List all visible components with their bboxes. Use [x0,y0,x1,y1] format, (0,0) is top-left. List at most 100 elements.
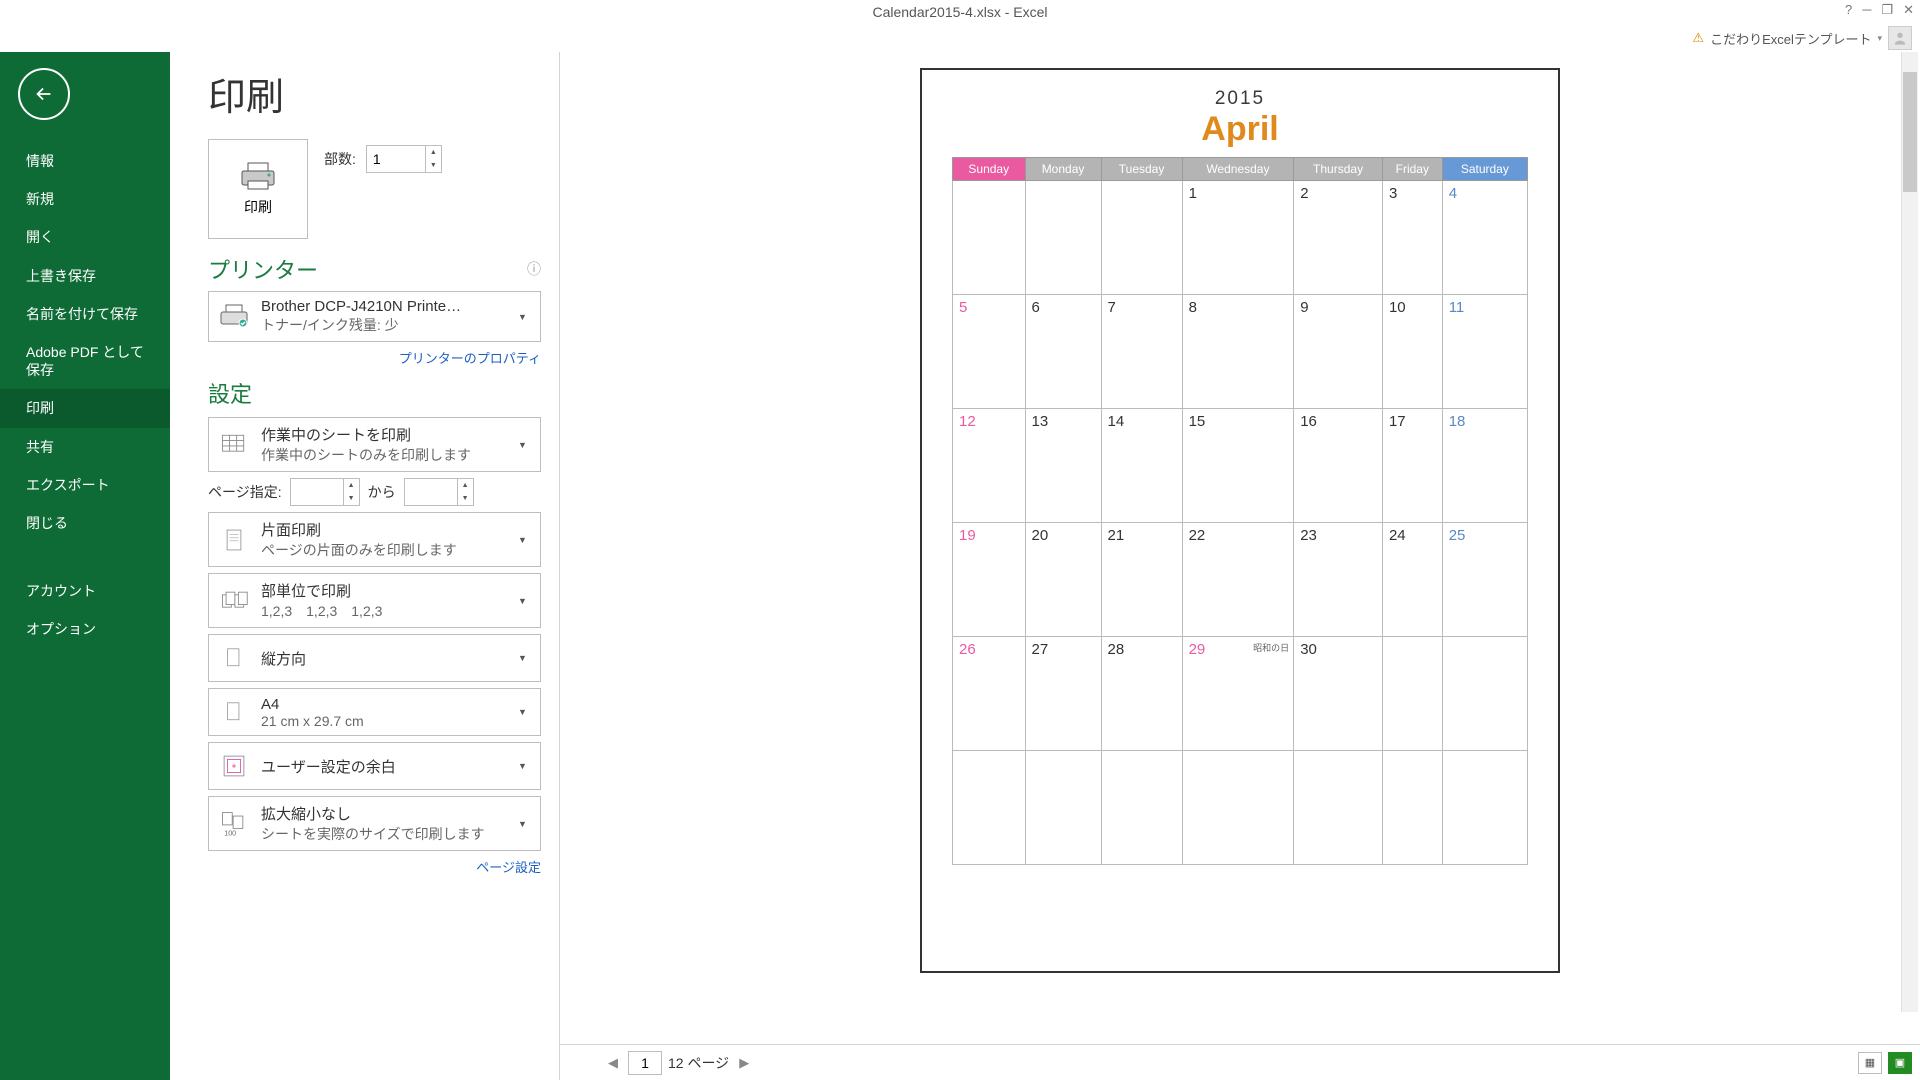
calendar-cell [1442,751,1527,865]
calendar-day-header: Tuesday [1101,158,1182,181]
scaling-select[interactable]: 100 拡大縮小なし シートを実際のサイズで印刷します ▼ [208,796,541,851]
sidebar-item[interactable]: 上書き保存 [0,257,170,295]
calendar-cell: 5 [953,295,1026,409]
sidebar-item[interactable]: Adobe PDF として保存 [0,333,170,389]
calendar-cell [1382,751,1442,865]
calendar-cell: 12 [953,409,1026,523]
chevron-down-icon: ▼ [518,596,532,606]
calendar-table: SundayMondayTuesdayWednesdayThursdayFrid… [952,157,1528,865]
avatar[interactable] [1888,26,1912,50]
close-icon[interactable]: ✕ [1903,2,1914,18]
scaling-icon: 100 [217,807,251,841]
calendar-cell: 16 [1294,409,1383,523]
user-dropdown-icon[interactable]: ▾ [1877,33,1882,44]
sidebar-item[interactable]: 名前を付けて保存 [0,295,170,333]
preview-scrollbar[interactable] [1901,52,1918,1012]
margins-select[interactable]: ユーザー設定の余白 ▼ [208,742,541,790]
calendar-cell [1101,751,1182,865]
calendar-cell [953,181,1026,295]
page-to-stepper[interactable]: ▲▼ [404,478,474,506]
svg-text:100: 100 [224,830,236,837]
calendar-cell: 23 [1294,523,1383,637]
calendar-cell: 21 [1101,523,1182,637]
calendar-cell: 28 [1101,637,1182,751]
page-to-input[interactable] [405,479,457,505]
calendar-cell: 11 [1442,295,1527,409]
sidebar-item[interactable]: 閉じる [0,504,170,542]
calendar-cell: 17 [1382,409,1442,523]
print-settings-pane: 印刷 印刷 部数: ▲▼ プリンター ⓘ [170,52,560,1080]
calendar-cell [1382,637,1442,751]
page-from-input[interactable] [291,479,343,505]
chevron-down-icon: ▼ [518,653,532,663]
calendar-month: April [932,110,1548,149]
page-from-stepper[interactable]: ▲▼ [290,478,360,506]
user-label[interactable]: こだわりExcelテンプレート [1710,29,1871,48]
calendar-day-header: Sunday [953,158,1026,181]
calendar-cell: 14 [1101,409,1182,523]
collate-icon [217,584,251,618]
sidebar-item[interactable]: アカウント [0,572,170,610]
next-page-icon[interactable]: ▶ [735,1055,753,1071]
calendar-day-header: Thursday [1294,158,1383,181]
chevron-down-icon: ▼ [518,440,532,450]
calendar-day-header: Monday [1025,158,1101,181]
warning-icon: ⚠ [1692,30,1704,46]
copies-input[interactable] [367,146,425,172]
calendar-cell: 26 [953,637,1026,751]
zoom-to-page-button[interactable]: ▣ [1888,1052,1912,1074]
portrait-icon [217,641,251,675]
page-total: 12 ページ [668,1053,729,1073]
minimize-icon[interactable]: ─ [1862,2,1871,18]
show-margins-button[interactable]: ▦ [1858,1052,1882,1074]
sidebar-item[interactable]: 新規 [0,180,170,218]
back-button[interactable] [18,68,70,120]
restore-icon[interactable]: ❐ [1881,2,1893,18]
sidebar-item[interactable]: エクスポート [0,466,170,504]
calendar-cell: 1 [1182,181,1294,295]
copies-down-icon[interactable]: ▼ [426,159,441,172]
page-title: 印刷 [208,66,541,121]
orientation-select[interactable]: 縦方向 ▼ [208,634,541,682]
collate-select[interactable]: 部単位で印刷 1,2,3 1,2,3 1,2,3 ▼ [208,573,541,628]
help-icon[interactable]: ? [1845,2,1852,18]
sidebar: 情報新規開く上書き保存名前を付けて保存Adobe PDF として保存印刷共有エク… [0,52,170,1080]
preview-sheet: 2015 April SundayMondayTuesdayWednesdayT… [920,68,1560,973]
window-title: Calendar2015-4.xlsx - Excel [872,4,1047,20]
calendar-cell: 6 [1025,295,1101,409]
chevron-down-icon: ▼ [518,535,532,545]
duplex-select[interactable]: 片面印刷 ページの片面のみを印刷します ▼ [208,512,541,567]
info-icon[interactable]: ⓘ [527,259,541,279]
calendar-cell [1025,181,1101,295]
sidebar-item[interactable]: 情報 [0,142,170,180]
preview-pane: 2015 April SundayMondayTuesdayWednesdayT… [560,52,1920,1080]
sheets-icon [217,428,251,462]
printer-select[interactable]: Brother DCP-J4210N Printe… トナー/インク残量: 少 … [208,291,541,342]
prev-page-icon[interactable]: ◀ [604,1055,622,1071]
page-input[interactable] [628,1051,662,1075]
single-side-icon [217,523,251,557]
user-bar: ⚠ こだわりExcelテンプレート ▾ [0,24,1920,52]
print-button[interactable]: 印刷 [208,139,308,239]
copies-up-icon[interactable]: ▲ [426,146,441,159]
calendar-cell: 7 [1101,295,1182,409]
sidebar-item[interactable]: 印刷 [0,389,170,427]
chevron-down-icon: ▼ [518,761,532,771]
calendar-cell [1294,751,1383,865]
calendar-cell: 15 [1182,409,1294,523]
sidebar-item[interactable]: オプション [0,610,170,648]
calendar-day-header: Saturday [1442,158,1527,181]
sidebar-item[interactable]: 共有 [0,428,170,466]
page-setup-link[interactable]: ページ設定 [208,857,541,876]
margins-icon [217,749,251,783]
page-range-label: ページ指定: [208,482,282,502]
paper-size-select[interactable]: A4 21 cm x 29.7 cm ▼ [208,688,541,736]
calendar-year: 2015 [932,88,1548,110]
calendar-cell: 4 [1442,181,1527,295]
copies-stepper[interactable]: ▲▼ [366,145,442,173]
printer-properties-link[interactable]: プリンターのプロパティ [208,348,541,367]
sidebar-item[interactable]: 開く [0,218,170,256]
calendar-cell: 29昭和の日 [1182,637,1294,751]
title-bar: Calendar2015-4.xlsx - Excel ? ─ ❐ ✕ [0,0,1920,24]
print-what-select[interactable]: 作業中のシートを印刷 作業中のシートのみを印刷します ▼ [208,417,541,472]
